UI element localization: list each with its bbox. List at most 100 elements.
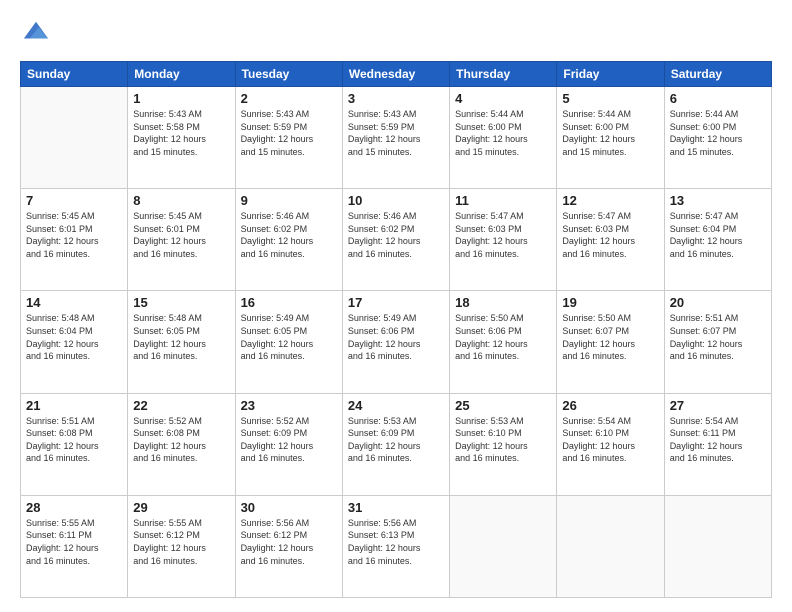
calendar-cell: 15Sunrise: 5:48 AM Sunset: 6:05 PM Dayli… — [128, 291, 235, 393]
day-number: 16 — [241, 295, 337, 310]
weekday-header: Tuesday — [235, 62, 342, 87]
day-number: 24 — [348, 398, 444, 413]
calendar-cell: 12 Sunrise: 5:47 AM Sunset: 6:03 PM Dayli… — [557, 189, 664, 291]
day-number: 5 — [562, 91, 658, 106]
day-info: Sunrise: 5:54 AM Sunset: 6:11 PM Dayligh… — [670, 415, 766, 465]
calendar-cell: 18Sunrise: 5:50 AM Sunset: 6:06 PM Dayli… — [450, 291, 557, 393]
weekday-header: Friday — [557, 62, 664, 87]
day-number: 14 — [26, 295, 122, 310]
day-number: 22 — [133, 398, 229, 413]
day-info: Sunrise: 5:44 AM Sunset: 6:00 PM Dayligh… — [670, 108, 766, 158]
day-info: Sunrise: 5:50 AM Sunset: 6:06 PM Dayligh… — [455, 312, 551, 362]
day-number: 26 — [562, 398, 658, 413]
day-info: Sunrise: 5:54 AM Sunset: 6:10 PM Dayligh… — [562, 415, 658, 465]
calendar-cell: 16 Sunrise: 5:49 AM Sunset: 6:05 PM Dayli… — [235, 291, 342, 393]
day-number: 21 — [26, 398, 122, 413]
day-number: 10 — [348, 193, 444, 208]
weekday-header: Saturday — [664, 62, 771, 87]
day-number: 12 — [562, 193, 658, 208]
calendar-cell: 9 Sunrise: 5:46 AM Sunset: 6:02 PM Daylig… — [235, 189, 342, 291]
day-info: Sunrise: 5:52 AM Sunset: 6:08 PM Dayligh… — [133, 415, 229, 465]
day-number: 19 — [562, 295, 658, 310]
day-info: Sunrise: 5:47 AM Sunset: 6:03 PM Dayligh… — [455, 210, 551, 260]
calendar-cell: 22 Sunrise: 5:52 AM Sunset: 6:08 PM Dayli… — [128, 393, 235, 495]
day-info: Sunrise: 5:49 AM Sunset: 6:06 PM Dayligh… — [348, 312, 444, 362]
calendar-cell: 29 Sunrise: 5:55 AM Sunset: 6:12 PM Dayli… — [128, 495, 235, 597]
day-number: 3 — [348, 91, 444, 106]
day-info: Sunrise: 5:47 AM Sunset: 6:03 PM Dayligh… — [562, 210, 658, 260]
calendar-cell: 30 Sunrise: 5:56 AM Sunset: 6:12 PM Dayli… — [235, 495, 342, 597]
page: SundayMondayTuesdayWednesdayThursdayFrid… — [0, 0, 792, 612]
weekday-header: Sunday — [21, 62, 128, 87]
calendar-cell — [664, 495, 771, 597]
day-number: 27 — [670, 398, 766, 413]
day-number: 6 — [670, 91, 766, 106]
calendar-cell: 26 Sunrise: 5:54 AM Sunset: 6:10 PM Dayli… — [557, 393, 664, 495]
day-info: Sunrise: 5:56 AM Sunset: 6:13 PM Dayligh… — [348, 517, 444, 567]
day-info: Sunrise: 5:45 AM Sunset: 6:01 PM Dayligh… — [133, 210, 229, 260]
calendar-cell: 21 Sunrise: 5:51 AM Sunset: 6:08 PM Dayli… — [21, 393, 128, 495]
calendar-cell: 8 Sunrise: 5:45 AM Sunset: 6:01 PM Daylig… — [128, 189, 235, 291]
day-info: Sunrise: 5:52 AM Sunset: 6:09 PM Dayligh… — [241, 415, 337, 465]
day-info: Sunrise: 5:43 AM Sunset: 5:59 PM Dayligh… — [241, 108, 337, 158]
weekday-header: Wednesday — [342, 62, 449, 87]
calendar-cell: 14 Sunrise: 5:48 AM Sunset: 6:04 PM Dayli… — [21, 291, 128, 393]
logo-icon — [22, 18, 50, 46]
day-number: 2 — [241, 91, 337, 106]
day-number: 8 — [133, 193, 229, 208]
day-info: Sunrise: 5:46 AM Sunset: 6:02 PM Dayligh… — [241, 210, 337, 260]
day-number: 23 — [241, 398, 337, 413]
calendar-cell: 20 Sunrise: 5:51 AM Sunset: 6:07 PM Dayli… — [664, 291, 771, 393]
day-number: 20 — [670, 295, 766, 310]
calendar-cell: 25 Sunrise: 5:53 AM Sunset: 6:10 PM Dayli… — [450, 393, 557, 495]
day-info: Sunrise: 5:43 AM Sunset: 5:58 PM Dayligh… — [133, 108, 229, 158]
day-number: 17 — [348, 295, 444, 310]
calendar-cell: 6 Sunrise: 5:44 AM Sunset: 6:00 PM Daylig… — [664, 87, 771, 189]
day-number: 28 — [26, 500, 122, 515]
day-number: 7 — [26, 193, 122, 208]
day-info: Sunrise: 5:56 AM Sunset: 6:12 PM Dayligh… — [241, 517, 337, 567]
day-info: Sunrise: 5:50 AM Sunset: 6:07 PM Dayligh… — [562, 312, 658, 362]
day-info: Sunrise: 5:55 AM Sunset: 6:12 PM Dayligh… — [133, 517, 229, 567]
day-info: Sunrise: 5:51 AM Sunset: 6:07 PM Dayligh… — [670, 312, 766, 362]
calendar-cell: 10 Sunrise: 5:46 AM Sunset: 6:02 PM Dayli… — [342, 189, 449, 291]
day-info: Sunrise: 5:45 AM Sunset: 6:01 PM Dayligh… — [26, 210, 122, 260]
day-info: Sunrise: 5:51 AM Sunset: 6:08 PM Dayligh… — [26, 415, 122, 465]
weekday-header: Monday — [128, 62, 235, 87]
calendar-cell: 19 Sunrise: 5:50 AM Sunset: 6:07 PM Dayli… — [557, 291, 664, 393]
calendar-cell — [450, 495, 557, 597]
day-info: Sunrise: 5:44 AM Sunset: 6:00 PM Dayligh… — [562, 108, 658, 158]
calendar-cell: 4Sunrise: 5:44 AM Sunset: 6:00 PM Daylig… — [450, 87, 557, 189]
calendar-cell: 5 Sunrise: 5:44 AM Sunset: 6:00 PM Daylig… — [557, 87, 664, 189]
calendar-cell: 28 Sunrise: 5:55 AM Sunset: 6:11 PM Dayli… — [21, 495, 128, 597]
day-info: Sunrise: 5:48 AM Sunset: 6:05 PM Dayligh… — [133, 312, 229, 362]
calendar-cell: 11 Sunrise: 5:47 AM Sunset: 6:03 PM Dayli… — [450, 189, 557, 291]
day-info: Sunrise: 5:46 AM Sunset: 6:02 PM Dayligh… — [348, 210, 444, 260]
calendar-cell — [21, 87, 128, 189]
day-number: 9 — [241, 193, 337, 208]
calendar-cell — [557, 495, 664, 597]
day-info: Sunrise: 5:49 AM Sunset: 6:05 PM Dayligh… — [241, 312, 337, 362]
calendar-cell: 24 Sunrise: 5:53 AM Sunset: 6:09 PM Dayli… — [342, 393, 449, 495]
calendar-cell: 17 Sunrise: 5:49 AM Sunset: 6:06 PM Dayli… — [342, 291, 449, 393]
calendar-cell: 13Sunrise: 5:47 AM Sunset: 6:04 PM Dayli… — [664, 189, 771, 291]
calendar-table: SundayMondayTuesdayWednesdayThursdayFrid… — [20, 61, 772, 598]
weekday-header: Thursday — [450, 62, 557, 87]
day-number: 25 — [455, 398, 551, 413]
day-info: Sunrise: 5:44 AM Sunset: 6:00 PM Dayligh… — [455, 108, 551, 158]
day-info: Sunrise: 5:53 AM Sunset: 6:10 PM Dayligh… — [455, 415, 551, 465]
header — [20, 18, 772, 51]
day-number: 30 — [241, 500, 337, 515]
day-info: Sunrise: 5:55 AM Sunset: 6:11 PM Dayligh… — [26, 517, 122, 567]
calendar-cell: 23 Sunrise: 5:52 AM Sunset: 6:09 PM Dayli… — [235, 393, 342, 495]
day-number: 29 — [133, 500, 229, 515]
day-number: 1 — [133, 91, 229, 106]
day-info: Sunrise: 5:48 AM Sunset: 6:04 PM Dayligh… — [26, 312, 122, 362]
calendar-cell: 27 Sunrise: 5:54 AM Sunset: 6:11 PM Dayli… — [664, 393, 771, 495]
calendar-cell: 31 Sunrise: 5:56 AM Sunset: 6:13 PM Dayli… — [342, 495, 449, 597]
day-number: 11 — [455, 193, 551, 208]
calendar-cell: 3Sunrise: 5:43 AM Sunset: 5:59 PM Daylig… — [342, 87, 449, 189]
day-info: Sunrise: 5:53 AM Sunset: 6:09 PM Dayligh… — [348, 415, 444, 465]
day-number: 31 — [348, 500, 444, 515]
calendar-cell: 2 Sunrise: 5:43 AM Sunset: 5:59 PM Daylig… — [235, 87, 342, 189]
